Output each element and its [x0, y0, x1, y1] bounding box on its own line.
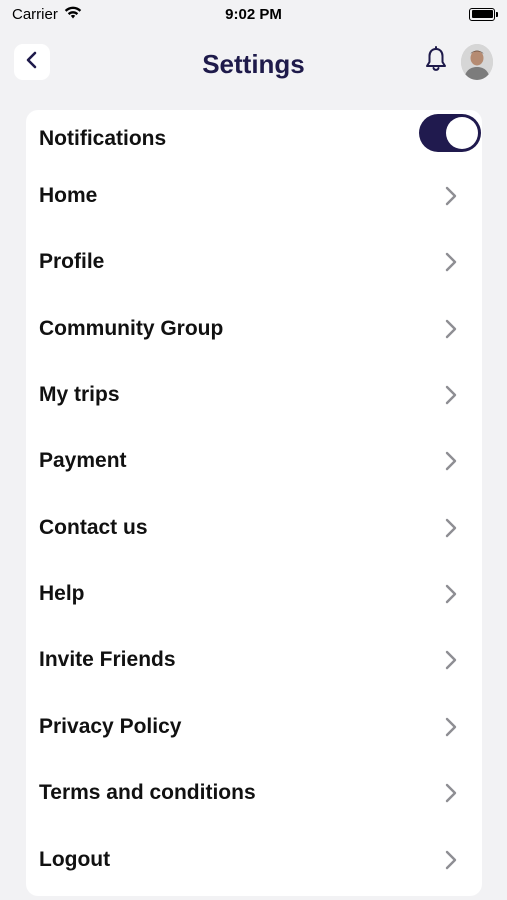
menu-item-label: Invite Friends	[39, 648, 176, 671]
chevron-right-icon	[442, 316, 460, 342]
toggle-knob	[446, 117, 478, 149]
back-button[interactable]	[14, 44, 50, 80]
header: Settings	[0, 36, 507, 92]
notifications-toggle[interactable]	[419, 114, 481, 152]
chevron-right-icon	[442, 382, 460, 408]
menu-item-label: Payment	[39, 449, 127, 472]
settings-card: Notifications Home Profile Community Gro…	[26, 110, 482, 896]
wifi-icon	[64, 6, 82, 23]
menu-item-logout[interactable]: Logout	[26, 832, 482, 888]
notifications-label: Notifications	[39, 127, 167, 150]
bell-icon	[424, 45, 448, 79]
chevron-right-icon	[442, 515, 460, 541]
chevron-right-icon	[442, 780, 460, 806]
carrier-label: Carrier	[12, 5, 58, 23]
page-title: Settings	[202, 48, 305, 79]
menu-item-profile[interactable]: Profile	[26, 234, 482, 290]
menu-item-label: My trips	[39, 383, 120, 406]
menu-item-terms-and-conditions[interactable]: Terms and conditions	[26, 765, 482, 821]
menu-item-label: Contact us	[39, 516, 148, 539]
chevron-right-icon	[442, 183, 460, 209]
chevron-right-icon	[442, 847, 460, 873]
menu-item-community-group[interactable]: Community Group	[26, 301, 482, 357]
menu-item-label: Help	[39, 582, 85, 605]
menu-item-my-trips[interactable]: My trips	[26, 367, 482, 423]
menu-item-home[interactable]: Home	[26, 168, 482, 224]
notifications-bell-button[interactable]	[420, 45, 452, 79]
menu-item-payment[interactable]: Payment	[26, 433, 482, 489]
menu-item-label: Privacy Policy	[39, 715, 182, 738]
status-left: Carrier	[12, 6, 82, 23]
menu-item-label: Community Group	[39, 317, 224, 340]
chevron-right-icon	[442, 714, 460, 740]
chevron-right-icon	[442, 249, 460, 275]
chevron-right-icon	[442, 448, 460, 474]
notifications-row: Notifications	[26, 112, 482, 166]
menu-item-contact-us[interactable]: Contact us	[26, 500, 482, 556]
menu-item-label: Profile	[39, 250, 105, 273]
chevron-right-icon	[442, 581, 460, 607]
menu-item-label: Home	[39, 184, 98, 207]
menu-item-help[interactable]: Help	[26, 566, 482, 622]
menu-item-privacy-policy[interactable]: Privacy Policy	[26, 699, 482, 755]
chevron-right-icon	[442, 647, 460, 673]
avatar[interactable]	[461, 44, 493, 80]
menu-item-label: Logout	[39, 848, 111, 871]
menu-item-label: Terms and conditions	[39, 781, 256, 804]
battery-icon	[469, 7, 498, 21]
chevron-left-icon	[25, 50, 39, 75]
menu-item-invite-friends[interactable]: Invite Friends	[26, 632, 482, 688]
status-bar: Carrier 9:02 PM	[0, 0, 507, 28]
